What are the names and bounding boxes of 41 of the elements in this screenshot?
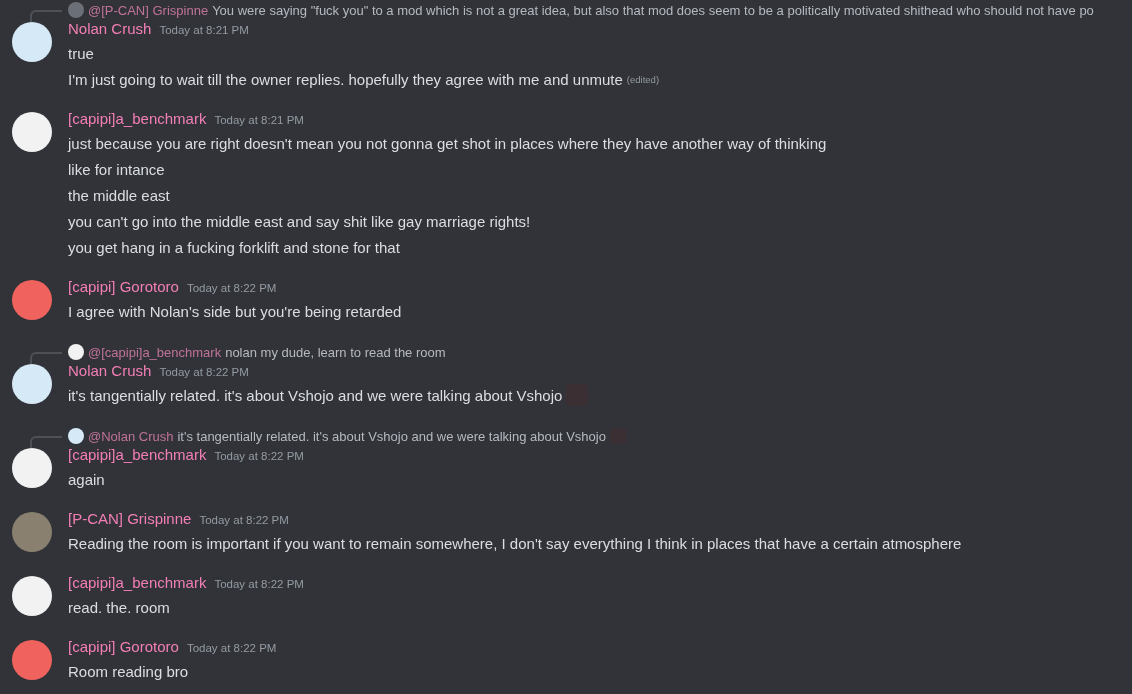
message-text: the middle east [68,186,170,204]
user-avatar[interactable] [12,22,52,62]
username[interactable]: [capipi] Gorotoro [68,278,179,295]
user-avatar[interactable] [12,576,52,616]
reply-text[interactable]: You were saying "fuck you" to a mod which is not a great idea, but also that mod does seem to be a politically motivated shithead who should not have po [212,2,1094,18]
user-avatar[interactable] [12,448,52,488]
username[interactable]: [capipi]a_benchmark [68,446,207,463]
message-text: Reading the room is important if you want to remain somewhere, I don't say everything I think in places that have a certain atmosphere [68,534,962,552]
timestamp: Today at 8:22 PM [214,578,304,590]
timestamp: Today at 8:22 PM [214,450,304,462]
reply-author[interactable]: @Nolan Crush [88,428,174,444]
timestamp: Today at 8:21 PM [214,114,304,126]
message-text: true [68,44,94,62]
message-text: just because you are right doesn't mean you not gonna get shot in places where they have another way of thinking [68,134,827,152]
message-text: like for intance [68,160,165,178]
timestamp: Today at 8:21 PM [159,24,249,36]
timestamp: Today at 8:22 PM [199,514,289,526]
message-text: I agree with Nolan's side but you're being retarded [68,302,402,320]
message-text: you get hang in a fucking forklift and stone for that [68,238,400,256]
username[interactable]: Nolan Crush [68,362,152,379]
message-text: it's tangentially related. it's about Vshojo and we were talking about Vshojo [68,386,563,404]
message-text: again [68,470,105,488]
user-avatar[interactable] [12,364,52,404]
message-text: Room reading bro [68,662,189,680]
message-text: I'm just going to wait till the owner replies. hopefully they agree with me and unmute [68,70,623,88]
username[interactable]: [capipi]a_benchmark [68,110,207,127]
edited-label: (edited) [626,73,660,85]
timestamp: Today at 8:22 PM [159,366,249,378]
timestamp: Today at 8:22 PM [186,642,277,654]
reply-text[interactable]: nolan my dude, learn to read the room [225,344,446,360]
user-avatar[interactable] [12,112,52,152]
reply-author[interactable]: @[capipi]a_benchmark [88,344,222,360]
reply-author[interactable]: @[P-CAN] Grispinne [88,2,209,18]
username[interactable]: [capipi] Gorotoro [68,638,179,655]
username[interactable]: Nolan Crush [68,20,152,37]
username[interactable]: [P-CAN] Grispinne [68,510,192,527]
username[interactable]: [capipi]a_benchmark [68,574,207,591]
timestamp: Today at 8:22 PM [186,282,277,294]
reply-text[interactable]: it's tangentially related. it's about Vshojo and we were talking about Vshojo [177,428,606,444]
message-text: read. the. room [68,598,170,616]
message-text: you can't go into the middle east and say shit like gay marriage rights! [68,212,531,230]
